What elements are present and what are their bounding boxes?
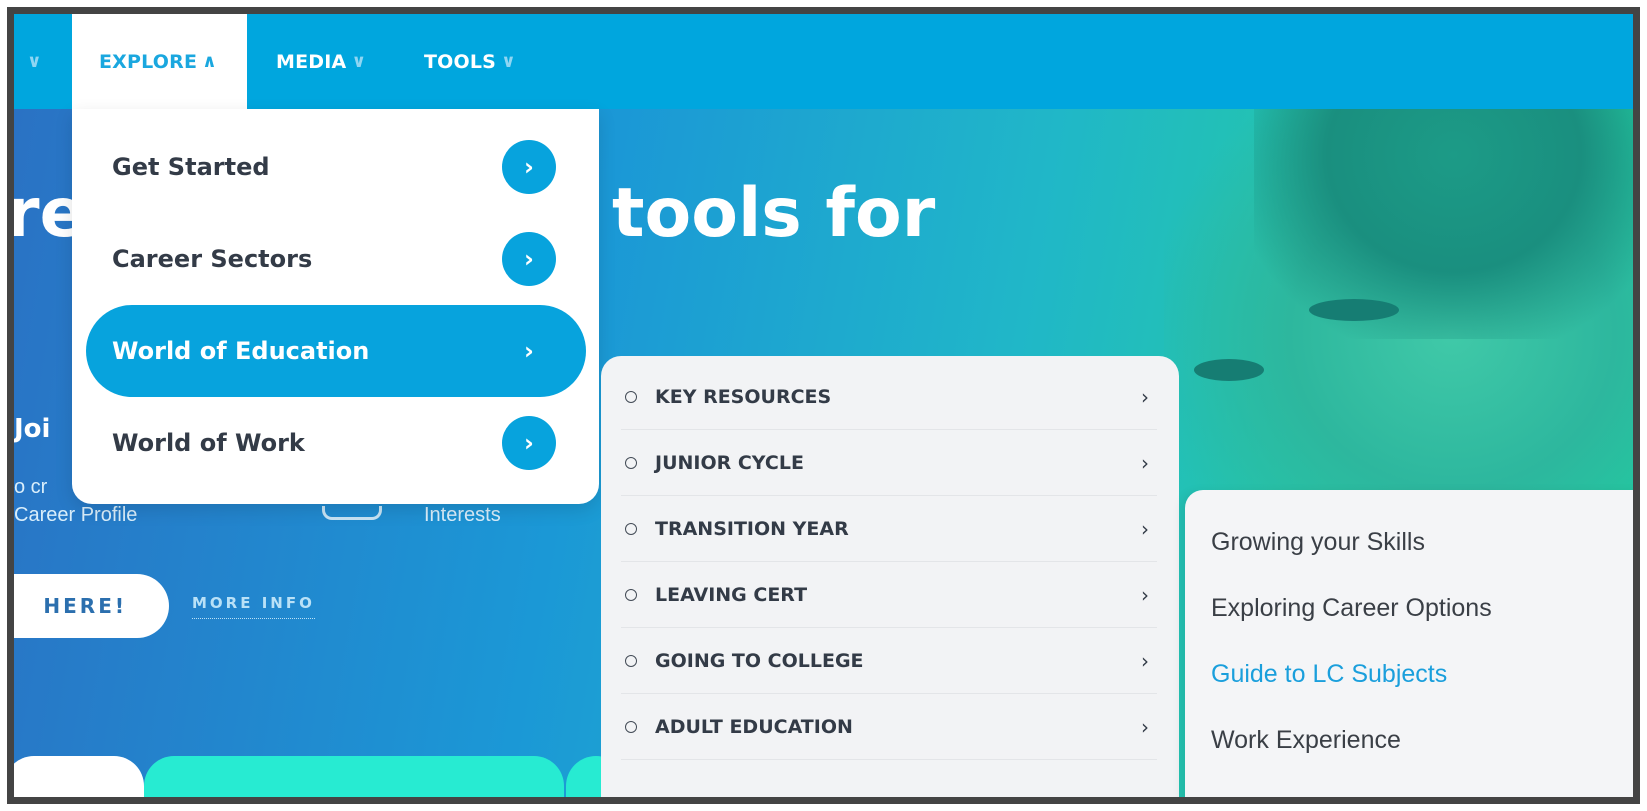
chevron-right-icon: › [502, 416, 556, 470]
chevron-right-icon: › [502, 232, 556, 286]
menu-item-label: Get Started [112, 153, 270, 181]
hero-title-right: tools for [612, 174, 936, 253]
hero-text-interests: Interests [424, 504, 501, 526]
lc-item-guide-to-lc-subjects[interactable]: Guide to LC Subjects [1211, 660, 1447, 689]
chevron-right-icon: › [1141, 450, 1149, 475]
chevron-right-icon: › [1141, 384, 1149, 409]
hero-text-line: o cr [14, 476, 48, 498]
hero-image-eye [1194, 359, 1264, 381]
menu-item-world-of-work[interactable]: World of Work › [86, 397, 586, 489]
menu-item-label: World of Education [112, 337, 370, 365]
page: re tools for Joi o cr Career Profile Int… [14, 14, 1633, 797]
lc-item-growing-your-skills[interactable]: Growing your Skills [1211, 528, 1425, 557]
circle-bullet-icon [625, 456, 637, 469]
leaving-cert-submenu: Growing your Skills Exploring Career Opt… [1185, 490, 1633, 797]
hexagon-icon [322, 506, 382, 520]
bottom-card[interactable] [14, 756, 144, 797]
submenu-item-transition-year[interactable]: TRANSITION YEAR › [621, 496, 1157, 562]
hero-join-heading: Joi [14, 414, 51, 444]
nav-item-label: TOOLS [424, 50, 497, 73]
lc-item-exploring-career-options[interactable]: Exploring Career Options [1211, 594, 1492, 623]
nav-item-label: MEDIA [276, 50, 347, 73]
bottom-card[interactable] [144, 756, 564, 797]
submenu-item-label: JUNIOR CYCLE [655, 451, 804, 474]
circle-bullet-icon [625, 522, 637, 535]
screenshot-frame: re tools for Joi o cr Career Profile Int… [7, 7, 1640, 804]
chevron-down-icon: ∨ [501, 51, 516, 72]
circle-bullet-icon [625, 654, 637, 667]
chevron-down-icon: ∨ [27, 51, 42, 72]
menu-item-get-started[interactable]: Get Started › [86, 121, 586, 213]
circle-bullet-icon [625, 588, 637, 601]
submenu-item-going-to-college[interactable]: GOING TO COLLEGE › [621, 628, 1157, 694]
chevron-right-icon: › [1141, 714, 1149, 739]
chevron-right-icon: › [524, 337, 534, 365]
circle-bullet-icon [625, 720, 637, 733]
submenu-item-adult-education[interactable]: ADULT EDUCATION › [621, 694, 1157, 760]
lc-item-work-experience[interactable]: Work Experience [1211, 726, 1401, 755]
menu-item-label: Career Sectors [112, 245, 313, 273]
menu-item-career-sectors[interactable]: Career Sectors › [86, 213, 586, 305]
submenu-item-junior-cycle[interactable]: JUNIOR CYCLE › [621, 430, 1157, 496]
nav-item-previous[interactable]: ∨ [22, 14, 42, 109]
submenu-item-leaving-cert[interactable]: LEAVING CERT › [621, 562, 1157, 628]
cta-button[interactable]: HERE! [14, 574, 169, 638]
hero-text-career-profile: Career Profile [14, 504, 138, 526]
top-nav: ∨ EXPLORE ∧ MEDIA ∨ TOOLS ∨ [14, 14, 1633, 109]
hero-image-eye [1309, 299, 1399, 321]
submenu-item-label: KEY RESOURCES [655, 385, 832, 408]
chevron-down-icon: ∨ [351, 51, 367, 72]
circle-bullet-icon [625, 390, 637, 403]
chevron-up-icon: ∧ [202, 51, 217, 72]
chevron-right-icon: › [1141, 648, 1149, 673]
submenu-item-key-resources[interactable]: KEY RESOURCES › [621, 364, 1157, 430]
chevron-right-icon: › [1141, 582, 1149, 607]
submenu-item-label: GOING TO COLLEGE [655, 649, 864, 672]
hero-image-hair [1254, 109, 1633, 339]
submenu-item-label: LEAVING CERT [655, 583, 808, 606]
nav-item-tools[interactable]: TOOLS ∨ [424, 14, 516, 109]
chevron-right-icon: › [502, 140, 556, 194]
nav-item-media[interactable]: MEDIA ∨ [276, 14, 366, 109]
education-submenu: KEY RESOURCES › JUNIOR CYCLE › TRANSITIO… [601, 356, 1179, 797]
nav-item-label: EXPLORE [99, 50, 198, 73]
nav-item-explore[interactable]: EXPLORE ∧ [72, 14, 247, 109]
menu-item-label: World of Work [112, 429, 305, 457]
submenu-item-label: ADULT EDUCATION [655, 715, 853, 738]
more-info-link[interactable]: MORE INFO [192, 594, 315, 619]
explore-dropdown: Get Started › Career Sectors › World of … [72, 109, 599, 504]
submenu-item-label: TRANSITION YEAR [655, 517, 849, 540]
menu-item-world-of-education[interactable]: World of Education › [86, 305, 586, 397]
chevron-right-icon: › [1141, 516, 1149, 541]
